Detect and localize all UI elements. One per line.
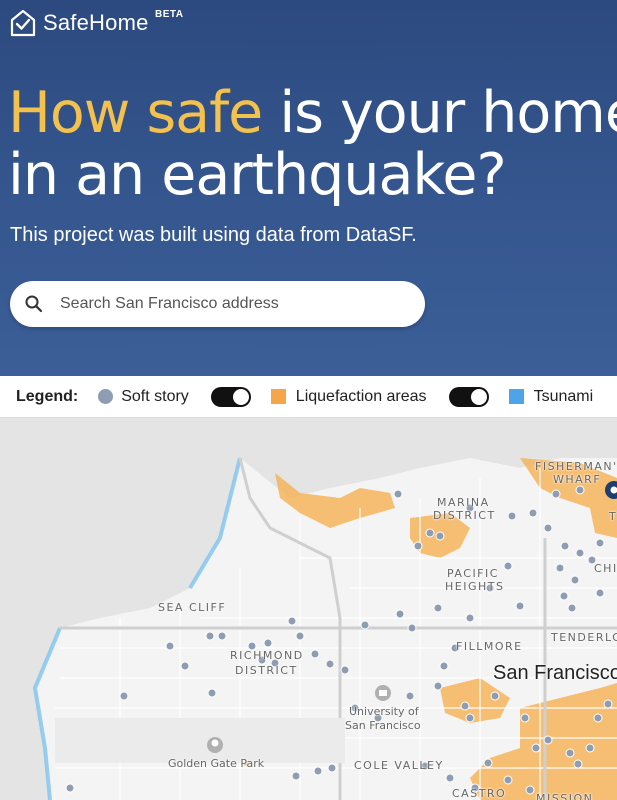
map-label: TENDERLOI	[551, 631, 617, 644]
map-label-city: San Francisco	[493, 662, 617, 684]
legend-label: Tsunami	[533, 387, 594, 405]
map-label: MISSION	[536, 792, 594, 800]
headline-line2: in an earthquake?	[8, 142, 507, 208]
map-label: RICHMOND	[230, 649, 304, 662]
beta-badge: BETA	[155, 9, 184, 20]
liquefaction-toggle[interactable]	[448, 386, 489, 407]
page-title: How safe is your home in an earthquake?	[8, 82, 617, 206]
hero-section: SafeHome BETA How safe is your home in a…	[0, 0, 617, 376]
legend-bar: Legend: Soft story Liquefaction areas Ts…	[0, 376, 617, 418]
map-label: DISTRICT	[235, 664, 298, 677]
legend-label: Liquefaction areas	[295, 387, 427, 405]
map-label: CASTRO	[452, 787, 507, 800]
soft-story-swatch	[98, 389, 114, 404]
toggle-knob	[470, 388, 487, 405]
legend-item-tsunami: Tsunami	[508, 387, 594, 406]
map-label: SEA CLIFF	[158, 601, 227, 614]
map-label: COLE VALLEY	[354, 759, 444, 772]
legend-item-liquefaction: Liquefaction areas	[270, 386, 489, 407]
map-label: T	[609, 510, 617, 523]
map-label: FILLMORE	[456, 640, 523, 653]
home-check-icon	[10, 9, 36, 37]
app-name: SafeHome	[43, 10, 149, 35]
map-label: San Francisco	[345, 719, 421, 732]
map-label: HEIGHTS	[445, 580, 505, 593]
toggle-knob	[232, 388, 249, 405]
map-label: Golden Gate Park	[168, 757, 265, 770]
map-label: FISHERMAN'S	[535, 460, 617, 473]
map-label: DISTRICT	[433, 509, 496, 522]
map-label: MARINA	[437, 496, 490, 509]
map-label: WHARF	[553, 473, 602, 486]
university-icon	[375, 685, 391, 701]
subtitle: This project was built using data from D…	[10, 224, 417, 246]
tsunami-swatch	[508, 389, 524, 404]
map-label: University of	[349, 705, 419, 718]
search-icon	[25, 295, 43, 313]
park-icon	[207, 737, 223, 753]
headline-accent: How safe	[8, 80, 263, 146]
search-input[interactable]	[58, 294, 402, 314]
legend-title: Legend:	[16, 387, 79, 405]
legend-label: Soft story	[121, 387, 189, 405]
liquefaction-swatch	[270, 389, 286, 404]
logo[interactable]: SafeHome	[9, 8, 149, 38]
legend-item-soft-story: Soft story	[98, 386, 251, 407]
map-label: CHI	[594, 562, 617, 575]
headline-rest: is your home	[262, 80, 617, 146]
search-bar[interactable]	[10, 281, 425, 327]
map-canvas[interactable]	[0, 418, 617, 800]
map-label: PACIFIC	[447, 567, 499, 580]
map[interactable]: FISHERMAN'S WHARF MARINA DISTRICT PACIFI…	[0, 418, 617, 800]
soft-story-toggle[interactable]	[210, 386, 251, 407]
